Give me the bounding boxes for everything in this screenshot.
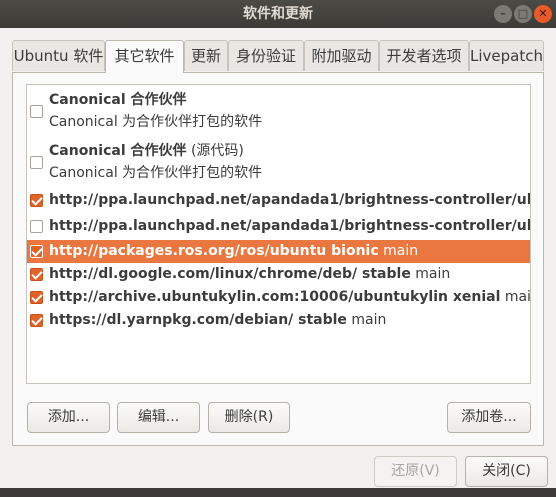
source-title: Canonical 合作伙伴 <box>49 143 187 159</box>
source-components: main <box>346 312 387 328</box>
source-title-suffix: (源代码) <box>186 143 244 159</box>
window-title: 软件和更新 <box>243 6 313 22</box>
source-url: https://dl.yarnpkg.com/debian/ stable <box>49 312 347 328</box>
source-subtitle: Canonical 为合作伙伴打包的软件 <box>49 165 263 181</box>
list-item[interactable]: http://ppa.launchpad.net/apandada1/brigh… <box>27 189 530 212</box>
edit-button[interactable]: 编辑... <box>117 402 200 433</box>
remove-button[interactable]: 删除(R) <box>208 402 290 433</box>
source-checkbox[interactable] <box>30 156 43 169</box>
add-volume-button[interactable]: 添加卷... <box>447 402 531 433</box>
source-checkbox[interactable] <box>30 194 43 207</box>
close-button[interactable]: 关闭(C) <box>465 456 548 487</box>
source-checkbox[interactable] <box>30 220 43 233</box>
tab-additional-drivers[interactable]: 附加驱动 <box>304 40 379 71</box>
tab-authentication[interactable]: 身份验证 <box>228 40 304 71</box>
list-item[interactable]: Canonical 合作伙伴 Canonical 为合作伙伴打包的软件 <box>27 89 530 133</box>
source-checkbox[interactable] <box>30 291 43 304</box>
source-components: main <box>504 289 530 305</box>
minimize-icon[interactable]: – <box>494 5 512 23</box>
list-item[interactable]: http://dl.google.com/linux/chrome/deb/ s… <box>27 263 530 286</box>
source-url: http://ppa.launchpad.net/apandada1/brigh… <box>49 218 530 234</box>
tab-developer-options[interactable]: 开发者选项 <box>379 40 469 71</box>
list-item-selected[interactable]: http://packages.ros.org/ros/ubuntu bioni… <box>27 240 530 263</box>
list-item[interactable]: https://dl.yarnpkg.com/debian/ stable ma… <box>27 309 530 332</box>
source-checkbox[interactable] <box>30 105 43 118</box>
revert-button[interactable]: 还原(V) <box>374 456 457 487</box>
source-checkbox[interactable] <box>30 268 43 281</box>
sources-list: Canonical 合作伙伴 Canonical 为合作伙伴打包的软件 Cano… <box>26 84 531 384</box>
source-url: http://ppa.launchpad.net/apandada1/brigh… <box>49 192 530 208</box>
titlebar: 软件和更新 – □ ✕ <box>0 0 556 28</box>
source-subtitle: Canonical 为合作伙伴打包的软件 <box>49 114 263 130</box>
list-item[interactable]: http://ppa.launchpad.net/apandada1/brigh… <box>27 215 530 238</box>
tab-bar: Ubuntu 软件 其它软件 更新 身份验证 附加驱动 开发者选项 Livepa… <box>12 40 544 73</box>
source-checkbox[interactable] <box>30 314 43 327</box>
list-item[interactable]: Canonical 合作伙伴 (源代码) Canonical 为合作伙伴打包的软… <box>27 140 530 184</box>
source-components: main <box>410 266 451 282</box>
source-url: http://dl.google.com/linux/chrome/deb/ s… <box>49 266 411 282</box>
source-url: http://archive.ubuntukylin.com:10006/ubu… <box>49 289 501 305</box>
tab-livepatch[interactable]: Livepatch <box>469 40 544 71</box>
close-icon[interactable]: ✕ <box>534 5 552 23</box>
source-url: http://packages.ros.org/ros/ubuntu bioni… <box>49 243 379 259</box>
source-checkbox[interactable] <box>30 245 43 258</box>
desktop-background <box>0 488 556 497</box>
tab-other-software[interactable]: 其它软件 <box>105 40 184 73</box>
source-title: Canonical 合作伙伴 <box>49 92 187 108</box>
list-item[interactable]: http://archive.ubuntukylin.com:10006/ubu… <box>27 286 530 309</box>
add-button[interactable]: 添加... <box>27 402 110 433</box>
maximize-icon[interactable]: □ <box>514 5 532 23</box>
other-software-panel: Canonical 合作伙伴 Canonical 为合作伙伴打包的软件 Cano… <box>12 72 544 446</box>
tab-ubuntu-software[interactable]: Ubuntu 软件 <box>12 40 105 71</box>
software-updates-window: 软件和更新 – □ ✕ Ubuntu 软件 其它软件 更新 身份验证 附加驱动 … <box>0 0 556 497</box>
tab-updates[interactable]: 更新 <box>184 40 228 71</box>
source-components: main <box>378 243 419 259</box>
